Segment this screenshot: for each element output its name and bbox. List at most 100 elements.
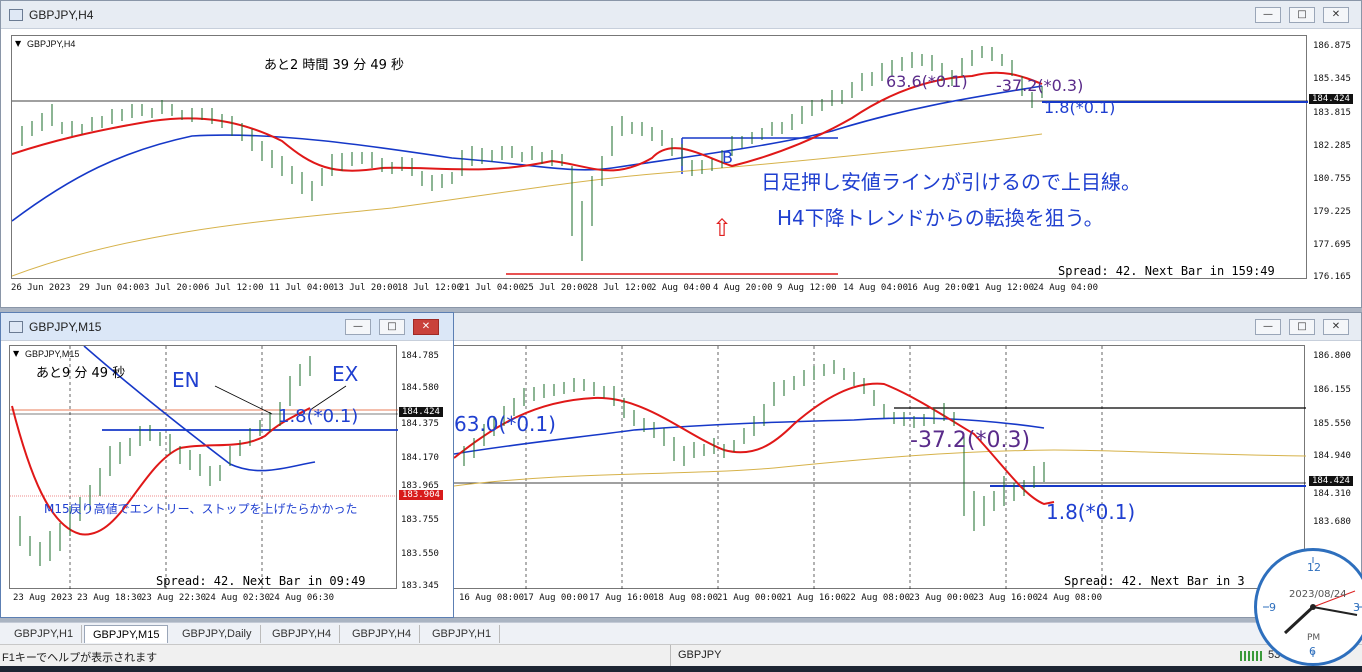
maximize-button[interactable]: □ (1289, 319, 1315, 335)
symbol-label: GBPJPY,H4 (27, 39, 76, 49)
time-tick: 3 Jul 20:00 (144, 283, 204, 293)
time-tick: 24 Aug 02:30 (205, 593, 271, 603)
time-tick: 9 Aug 12:00 (777, 283, 837, 293)
spread-text: Spread: 42. Next Bar in 159:49 (1058, 264, 1275, 278)
time-tick: 6 Jul 12:00 (204, 283, 264, 293)
close-button[interactable]: ✕ (413, 319, 439, 335)
time-axis-h4: 26 Jun 2023 29 Jun 04:00 3 Jul 20:00 6 J… (11, 283, 1307, 297)
help-text: F1キーでヘルプが表示されます (2, 652, 158, 664)
time-axis-m15: 23 Aug 2023 23 Aug 18:30 23 Aug 22:30 24… (9, 593, 397, 607)
time-tick: 28 Jul 12:00 (587, 283, 653, 293)
chart-tab-bar: GBPJPY,H1 GBPJPY,M15 GBPJPY,Daily GBPJPY… (0, 622, 1362, 644)
chart-window-h4: GBPJPY,H4 — □ ✕ ▼ GBPJPY,H4 あと2 時間 39 分 … (0, 0, 1362, 308)
status-symbol: GBPJPY (678, 649, 722, 661)
price-tick: 177.695 (1313, 240, 1351, 250)
collapse-arrow-icon[interactable]: ▼ (15, 39, 21, 48)
time-tick: 14 Aug 04:00 (843, 283, 909, 293)
clock-am-pm: PM (1307, 633, 1321, 643)
price-tick: 184.375 (401, 419, 439, 429)
b-marker: B (722, 148, 733, 167)
clock-face-icon: 12 9 6 3 (1263, 557, 1362, 658)
collapse-arrow-icon[interactable]: ▼ (13, 349, 19, 358)
chart-window-icon (9, 9, 23, 21)
chart-window-bottom: — □ ✕ 63.0(*0.1) -37.2(*0.3) 1.8(*0.1) S… (450, 312, 1362, 618)
countdown-text: あと2 時間 39 分 49 秒 (264, 58, 405, 73)
exit-label: EX (332, 362, 359, 386)
price-tick: 184.170 (401, 453, 439, 463)
symbol-label: GBPJPY,M15 (25, 349, 80, 359)
price-tick: 183.345 (401, 581, 439, 591)
close-button[interactable]: ✕ (1323, 319, 1349, 335)
clock-date: 2023/08/24 (1289, 589, 1347, 600)
current-price-tag: 184.424 (399, 407, 443, 417)
time-tick: 21 Jul 04:00 (459, 283, 525, 293)
price-tick: 186.875 (1313, 41, 1351, 51)
price-tick: 176.165 (1313, 272, 1351, 282)
time-tick: 4 Aug 20:00 (713, 283, 773, 293)
tab-gbpjpy-h1-2[interactable]: GBPJPY,H1 (424, 625, 501, 643)
small-pips-label: 1.8(*0.1) (1044, 98, 1116, 117)
price-tick: 186.800 (1313, 351, 1351, 361)
svg-text:12: 12 (1307, 561, 1321, 574)
current-price-tag: 184.424 (1309, 476, 1353, 486)
tab-gbpjpy-h4[interactable]: GBPJPY,H4 (264, 625, 341, 643)
time-tick: 21 Aug 12:00 (969, 283, 1035, 293)
tab-gbpjpy-h4-2[interactable]: GBPJPY,H4 (344, 625, 421, 643)
title-bar-bottom[interactable]: — □ ✕ (451, 313, 1361, 341)
svg-text:9: 9 (1269, 601, 1276, 614)
price-axis-h4: 186.875 185.345 184.424 183.815 182.285 … (1309, 35, 1361, 282)
time-tick: 21 Aug 00:00 (717, 593, 783, 603)
price-tick: 186.155 (1313, 385, 1351, 395)
chart-window-icon (9, 321, 23, 333)
price-tick: 185.345 (1313, 74, 1351, 84)
svg-text:3: 3 (1353, 601, 1360, 614)
chart-canvas-bottom (454, 346, 1306, 590)
analog-clock-widget: 12 9 6 3 2023/08/24 PM (1254, 548, 1362, 666)
minimize-button[interactable]: — (1255, 319, 1281, 335)
tab-gbpjpy-m15[interactable]: GBPJPY,M15 (84, 625, 169, 643)
time-tick: 25 Jul 20:00 (523, 283, 589, 293)
title-bar-m15[interactable]: GBPJPY,M15 — □ ✕ (1, 313, 453, 341)
status-bar: F1キーでヘルプが表示されます GBPJPY 53 (0, 644, 1362, 667)
annotation-line-2: H4下降トレンドからの転換を狙う。 (777, 206, 1104, 230)
price-tick: 184.785 (401, 351, 439, 361)
price-axis-m15: 184.785 184.580 184.424 184.375 184.170 … (399, 345, 451, 591)
annotation-line-1: 日足押し安値ラインが引けるので上目線。 (761, 170, 1141, 194)
minimize-button[interactable]: — (345, 319, 371, 335)
time-tick: 17 Aug 16:00 (589, 593, 655, 603)
time-tick: 23 Aug 00:00 (909, 593, 975, 603)
price-tick: 184.310 (1313, 489, 1351, 499)
price-tick: 184.580 (401, 383, 439, 393)
time-tick: 11 Jul 04:00 (269, 283, 335, 293)
time-tick: 2 Aug 04:00 (651, 283, 711, 293)
maximize-button[interactable]: □ (379, 319, 405, 335)
svg-text:6: 6 (1309, 645, 1316, 658)
up-pips-label: 63.6(*0.1) (886, 72, 968, 91)
window-title: GBPJPY,H4 (29, 8, 94, 22)
maximize-button[interactable]: □ (1289, 7, 1315, 23)
time-tick: 21 Aug 16:00 (781, 593, 847, 603)
spread-text: Spread: 42. Next Bar in 3 (1064, 574, 1245, 588)
low-price-tag: 183.904 (399, 490, 443, 500)
time-tick: 29 Jun 04:00 (79, 283, 145, 293)
current-price-tag: 184.424 (1309, 94, 1353, 104)
close-button[interactable]: ✕ (1323, 7, 1349, 23)
price-chart-m15[interactable]: ▼ GBPJPY,M15 あと9 分 49 秒 EN EX 1.8(*0.1) … (9, 345, 398, 590)
price-chart-h4[interactable]: ▼ GBPJPY,H4 あと2 時間 39 分 49 秒 63.6(*0.1) … (11, 35, 1308, 279)
tab-gbpjpy-daily[interactable]: GBPJPY,Daily (174, 625, 261, 643)
tab-gbpjpy-h1[interactable]: GBPJPY,H1 (6, 625, 83, 643)
chart-canvas-h4 (12, 46, 1308, 277)
time-tick: 16 Aug 08:00 (459, 593, 525, 603)
minimize-button[interactable]: — (1255, 7, 1281, 23)
time-tick: 24 Aug 06:30 (269, 593, 335, 603)
title-bar-h4[interactable]: GBPJPY,H4 — □ ✕ (1, 1, 1361, 29)
chart-window-m15: GBPJPY,M15 — □ ✕ ▼ GBPJPY,M15 あと9 分 49 秒… (0, 312, 454, 618)
time-tick: 16 Aug 20:00 (907, 283, 973, 293)
price-chart-bottom[interactable]: 63.0(*0.1) -37.2(*0.3) 1.8(*0.1) Spread:… (453, 345, 1306, 590)
time-tick: 24 Aug 04:00 (1033, 283, 1099, 293)
price-tick: 179.225 (1313, 207, 1351, 217)
time-tick: 13 Jul 20:00 (333, 283, 399, 293)
time-tick: 23 Aug 18:30 (77, 593, 143, 603)
pips-label: 1.8(*0.1) (278, 406, 359, 427)
price-tick: 184.940 (1313, 451, 1351, 461)
